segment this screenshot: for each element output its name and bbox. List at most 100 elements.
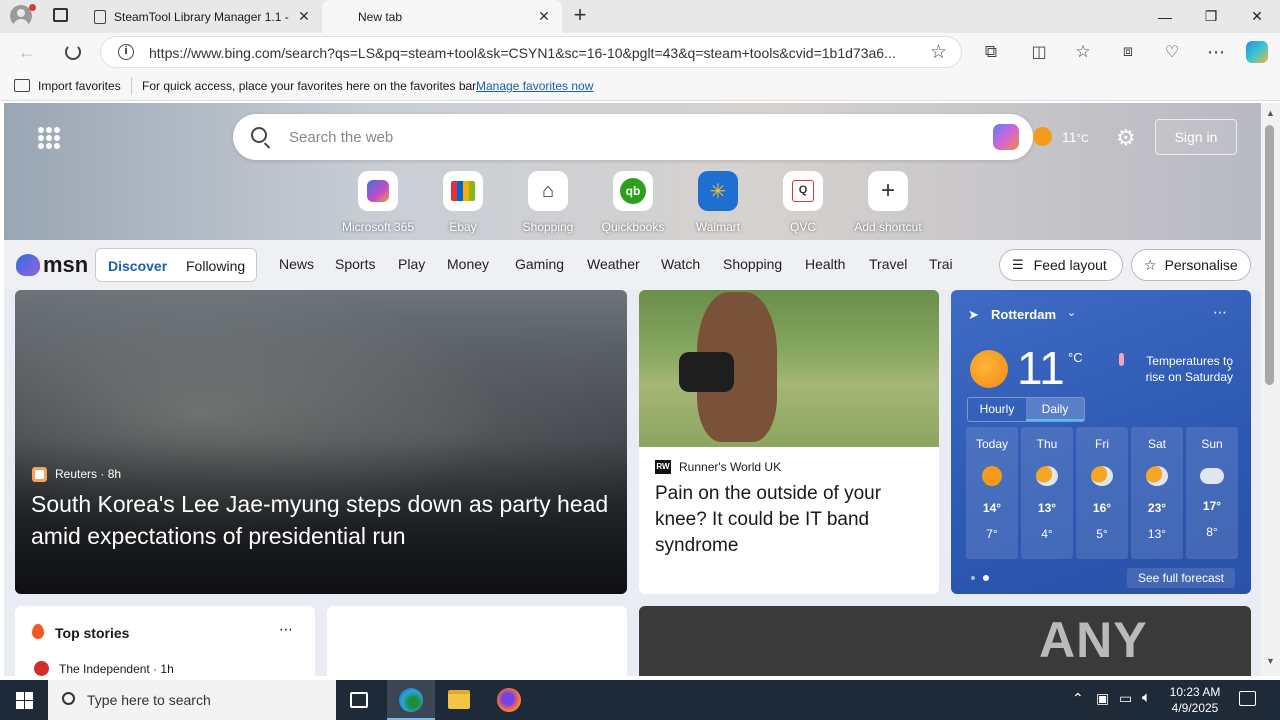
browser-essentials-icon[interactable]: ♡	[1157, 37, 1187, 67]
forecast-day[interactable]: Fri 16° 5°	[1076, 427, 1128, 559]
weather-card[interactable]: ➤ Rotterdam ⌄ ⋯ 11 °C Temperatures to ri…	[951, 290, 1251, 594]
nav-health[interactable]: Health	[805, 256, 845, 272]
tab-steamtool[interactable]: SteamTool Library Manager 1.1 - ✕	[84, 0, 322, 33]
nav-money[interactable]: Money	[447, 256, 489, 272]
scrollbar-thumb[interactable]	[1265, 125, 1274, 385]
firefox-icon[interactable]	[497, 688, 521, 712]
nav-watch[interactable]: Watch	[661, 256, 700, 272]
address-bar[interactable]: i https://www.bing.com/search?qs=LS&pq=s…	[100, 36, 962, 68]
minimize-button[interactable]: —	[1142, 0, 1188, 33]
file-explorer-icon[interactable]	[448, 690, 470, 709]
shortcut-qvc[interactable]: Q QVC	[758, 171, 848, 234]
forecast-day[interactable]: Thu 13° 4°	[1021, 427, 1073, 559]
extensions-icon[interactable]: ⧉	[976, 37, 1006, 67]
edge-taskbar-button[interactable]	[387, 680, 435, 720]
high-temp: 23°	[1147, 501, 1167, 515]
more-menu-icon[interactable]: ⋯	[1201, 37, 1231, 67]
butterfly-icon	[16, 254, 40, 276]
favorites-icon[interactable]: ☆	[1068, 37, 1098, 67]
scroll-up-icon[interactable]: ▲	[1266, 108, 1275, 118]
chevron-down-icon[interactable]: ⌄	[1067, 306, 1076, 319]
forecast-day[interactable]: Today 14° 7°	[966, 427, 1018, 559]
import-favorites-button[interactable]: Import favorites	[38, 79, 121, 93]
tab-new-tab[interactable]: New tab ✕	[322, 0, 562, 33]
nav-travel[interactable]: Travel	[869, 256, 907, 272]
main-story-card[interactable]: Reuters · 8h South Korea's Lee Jae-myung…	[15, 290, 627, 594]
taskbar-search-box[interactable]: Type here to search	[48, 680, 336, 720]
top-stories-card[interactable]: Top stories ⋯ The Independent · 1h	[15, 606, 315, 676]
nav-play[interactable]: Play	[398, 256, 425, 272]
more-options-icon[interactable]: ⋯	[1213, 304, 1227, 321]
restore-button[interactable]: ❐	[1188, 0, 1234, 33]
video-card[interactable]: ANY RUN	[639, 606, 1251, 676]
shortcut-ebay[interactable]: Ebay	[418, 171, 508, 234]
forecast-day[interactable]: Sun 17° 8°	[1186, 427, 1238, 559]
daily-toggle[interactable]: Daily	[1026, 398, 1084, 421]
page-dot[interactable]	[971, 576, 975, 580]
close-window-button[interactable]: ✕	[1234, 0, 1280, 33]
partly-cloudy-icon	[1091, 466, 1113, 486]
url-text: https://www.bing.com/search?qs=LS&pq=ste…	[149, 45, 896, 61]
side-story-card[interactable]: RW Runner's World UK Pain on the outside…	[639, 290, 939, 594]
weather-location[interactable]: Rotterdam	[991, 307, 1056, 322]
volume-icon[interactable]: 🔈︎	[1142, 689, 1151, 706]
device-icon[interactable]: ▣	[1096, 690, 1109, 707]
apps-grid-icon[interactable]	[38, 127, 60, 149]
shortcut-walmart[interactable]: ✳ Walmart	[673, 171, 763, 234]
tab-actions-icon[interactable]	[53, 8, 68, 22]
close-tab-icon[interactable]: ✕	[296, 8, 312, 25]
stop-loading-button[interactable]	[58, 37, 88, 67]
shortcut-quickbooks[interactable]: qb Quickbooks	[588, 171, 678, 234]
header-temperature[interactable]: 11°C	[1062, 129, 1089, 145]
main-headline[interactable]: South Korea's Lee Jae-myung steps down a…	[31, 488, 611, 552]
high-temp: 17°	[1202, 499, 1222, 513]
more-options-icon[interactable]: ⋯	[279, 621, 293, 638]
copilot-icon[interactable]	[1242, 37, 1272, 67]
shortcut-shopping[interactable]: ⌂ Shopping	[503, 171, 593, 234]
collections-icon[interactable]: ⧈	[1113, 37, 1143, 67]
hourly-toggle[interactable]: Hourly	[968, 398, 1026, 421]
settings-gear-icon[interactable]: ⚙	[1116, 125, 1136, 151]
split-screen-icon[interactable]: ◫	[1024, 37, 1054, 67]
plus-icon: +	[868, 171, 908, 211]
shortcut-add[interactable]: + Add shortcut	[843, 171, 933, 234]
page-scrollbar[interactable]: ▲ ▼	[1261, 103, 1280, 676]
network-icon[interactable]: ▭	[1119, 690, 1132, 707]
nav-sports[interactable]: Sports	[335, 256, 375, 272]
page-dot[interactable]	[983, 575, 989, 581]
windows-logo-icon	[15, 691, 33, 709]
clock[interactable]: 10:23 AM 4/9/2025	[1163, 684, 1227, 716]
nav-traffic[interactable]: Trai	[929, 256, 953, 272]
close-tab-icon[interactable]: ✕	[536, 8, 552, 25]
feed-layout-button[interactable]: ☰ Feed layout	[999, 249, 1123, 281]
search-icon	[251, 127, 267, 143]
scroll-down-icon[interactable]: ▼	[1266, 656, 1275, 666]
notifications-icon[interactable]	[1239, 691, 1256, 706]
new-tab-button[interactable]: +	[569, 4, 591, 28]
tab-following[interactable]: Following	[186, 258, 245, 274]
info-icon[interactable]: i	[118, 44, 134, 60]
favorite-star-icon[interactable]: ☆	[930, 41, 947, 64]
nav-shopping[interactable]: Shopping	[723, 256, 782, 272]
chevron-right-icon[interactable]: ›	[1227, 359, 1232, 375]
start-button[interactable]	[0, 680, 48, 720]
nav-news[interactable]: News	[279, 256, 314, 272]
side-headline[interactable]: Pain on the outside of your knee? It cou…	[655, 481, 925, 559]
shortcut-microsoft365[interactable]: Microsoft 365	[333, 171, 423, 234]
tab-discover[interactable]: Discover	[108, 258, 167, 274]
story-source: Reuters · 8h	[55, 467, 122, 481]
nav-weather[interactable]: Weather	[587, 256, 640, 272]
see-full-forecast-button[interactable]: See full forecast	[1127, 568, 1235, 588]
tray-overflow-icon[interactable]: ⌃	[1072, 690, 1084, 707]
search-icon	[62, 692, 75, 705]
copilot-search-icon[interactable]	[993, 124, 1019, 150]
personalise-button[interactable]: ☆ Personalise	[1131, 249, 1251, 281]
nav-gaming[interactable]: Gaming	[515, 256, 564, 272]
forecast-day[interactable]: Sat 23° 13°	[1131, 427, 1183, 559]
sign-in-button[interactable]: Sign in	[1155, 119, 1237, 155]
task-view-icon[interactable]	[350, 692, 368, 708]
back-button[interactable]: ←	[12, 37, 42, 67]
msn-logo[interactable]: msn	[16, 252, 88, 278]
web-search-box[interactable]: Search the web	[233, 114, 1033, 160]
manage-favorites-link[interactable]: Manage favorites now	[476, 79, 593, 93]
